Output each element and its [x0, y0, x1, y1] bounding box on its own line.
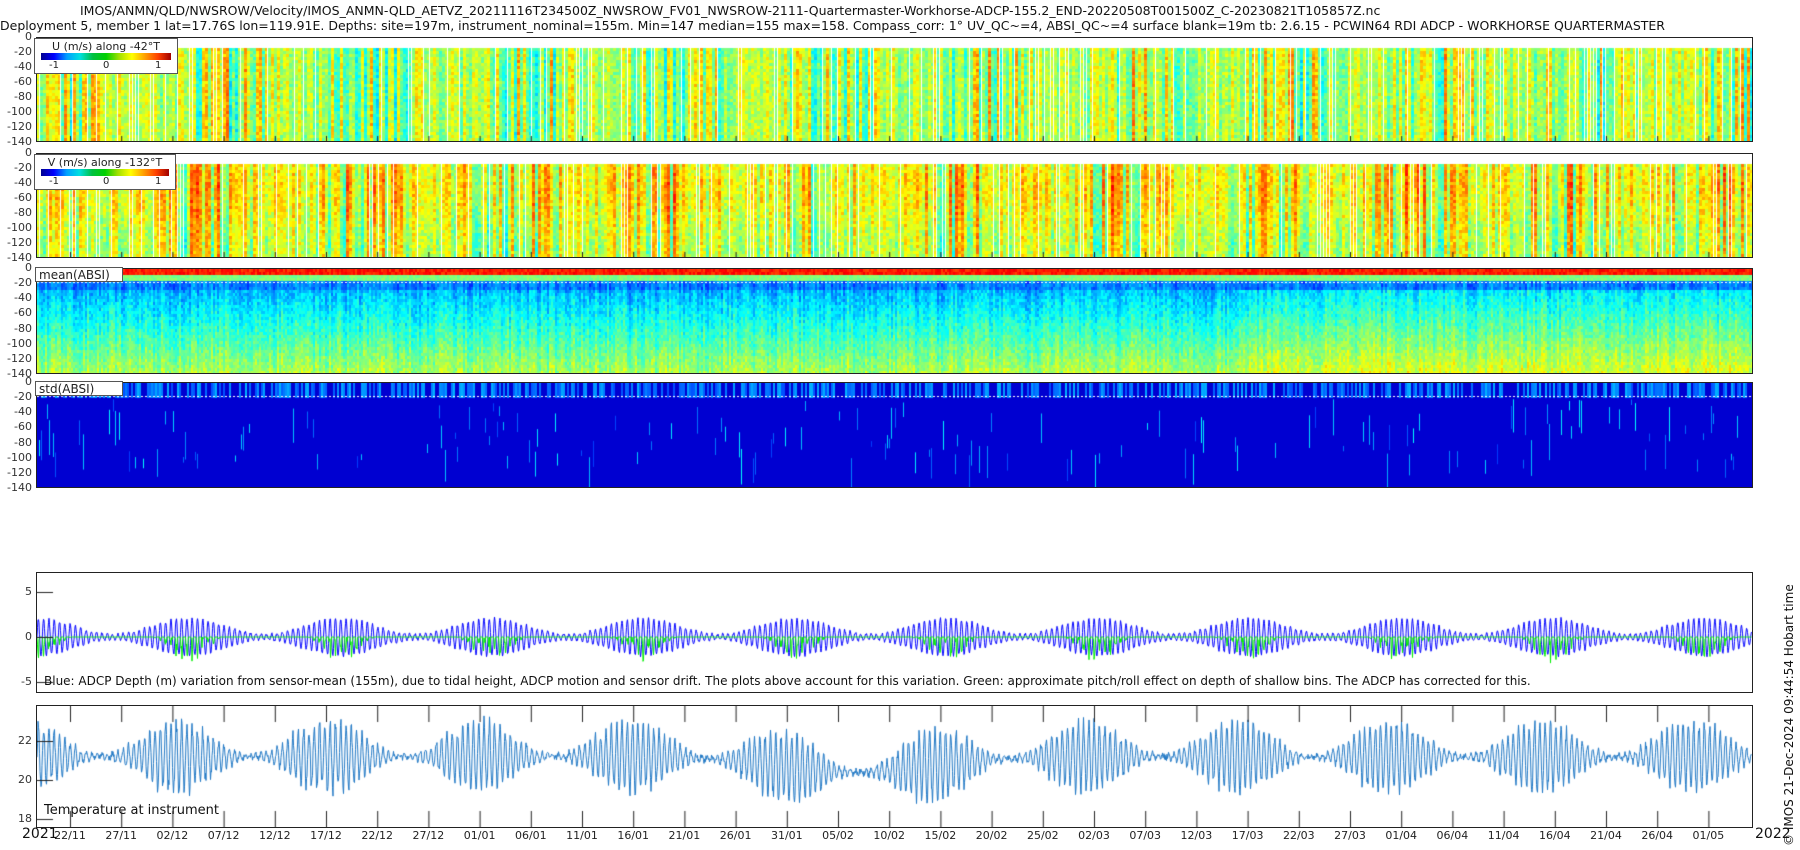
depth-tick-label: -40 [14, 291, 32, 305]
depth-variation-tick-label: 5 [25, 585, 32, 598]
x-tick-label: 07/03 [1129, 829, 1162, 842]
x-tick-label: 06/01 [514, 829, 547, 842]
v-heatmap-canvas [37, 154, 1752, 257]
x-tick-label: 21/01 [668, 829, 701, 842]
temperature-tick-label: 20 [18, 773, 32, 786]
legend-title: V (m/s) along -132°T [47, 156, 163, 169]
depth-tick-label: -80 [14, 321, 32, 335]
x-tick-label: 06/04 [1436, 829, 1469, 842]
x-tick-label: 02/03 [1078, 829, 1110, 842]
depth-tick-label: -60 [14, 75, 32, 88]
depth-tick-label: 0 [25, 261, 32, 274]
title-line-2: Deployment 5, member 1 lat=17.76S lon=11… [0, 18, 1665, 33]
depth-tick-label: -100 [7, 336, 32, 350]
colorbar-tick: 0 [103, 60, 110, 71]
depth-tick-label: -60 [14, 191, 32, 204]
temperature-canvas [37, 706, 1752, 827]
depth-tick-label: -120 [7, 236, 32, 249]
depth-tick-label: -120 [7, 465, 32, 479]
temperature-tick-label: 22 [18, 734, 32, 747]
x-tick-label: 02/12 [156, 829, 189, 842]
depth-tick-label: -80 [14, 206, 32, 219]
x-tick-label: 01/05 [1692, 829, 1725, 842]
x-tick-label: 11/01 [566, 829, 598, 842]
x-tick-label: 10/02 [873, 829, 906, 842]
depth-tick-label: -60 [14, 306, 32, 320]
colorbar-tick: 0 [103, 176, 110, 187]
x-tick-label: 27/12 [412, 829, 445, 842]
x-tick-label: 27/03 [1334, 829, 1366, 842]
depth-tick-label: 0 [25, 30, 32, 43]
depth-variation-tick-label: -5 [21, 675, 32, 688]
depth-tick-label: -100 [7, 221, 32, 234]
x-tick-label: 26/04 [1641, 829, 1674, 842]
credit-text: © IMOS 21-Dec-2024 09:44:54 Hobart time [1782, 584, 1796, 846]
depth-tick-label: -100 [7, 105, 32, 118]
temperature-tick-label: 18 [18, 812, 32, 825]
x-tick-label: 16/04 [1538, 829, 1571, 842]
temperature-plot [36, 705, 1753, 828]
mean-absi-canvas [37, 269, 1752, 373]
depth-tick-label: -20 [14, 45, 32, 58]
x-tick-label: 17/03 [1231, 829, 1264, 842]
depth-tick-label: 0 [25, 375, 32, 388]
x-tick-label: 20/02 [975, 829, 1008, 842]
temperature-label: Temperature at instrument [44, 803, 219, 818]
x-tick-label: 12/12 [258, 829, 291, 842]
x-tick-label: 22/03 [1282, 829, 1315, 842]
v-colorbar-legend: V (m/s) along -132°T -1 0 1 [34, 154, 176, 190]
x-tick-label: 22/11 [54, 829, 86, 842]
depth-tick-label: -80 [14, 90, 32, 103]
depth-tick-label: -120 [7, 120, 32, 133]
title-line-1: IMOS/ANMN/QLD/NWSROW/Velocity/IMOS_ANMN-… [80, 3, 1381, 18]
x-tick-label: 07/12 [207, 829, 240, 842]
u-heatmap-canvas [37, 38, 1752, 141]
x-tick-label: 21/04 [1590, 829, 1622, 842]
x-tick-label: 22/12 [361, 829, 394, 842]
depth-variation-caption: Blue: ADCP Depth (m) variation from sens… [44, 674, 1531, 688]
depth-tick-label: -120 [7, 351, 32, 365]
depth-tick-label: -40 [14, 405, 32, 419]
std-absi-heatmap [36, 382, 1753, 488]
x-tick-label: 25/02 [1026, 829, 1059, 842]
depth-tick-label: 0 [25, 146, 32, 159]
year-start-label: 2021 [22, 826, 58, 842]
depth-tick-label: -20 [14, 390, 32, 404]
depth-tick-label: -20 [14, 161, 32, 174]
x-tick-label: 12/03 [1180, 829, 1213, 842]
depth-variation-tick-label: 0 [25, 630, 32, 643]
legend-title: U (m/s) along -42°T [52, 40, 160, 53]
x-tick-label: 15/02 [924, 829, 957, 842]
std-absi-canvas [37, 383, 1752, 487]
u-colorbar-legend: U (m/s) along -42°T -1 0 1 [34, 38, 178, 74]
mean-absi-label: mean(ABSI) [35, 267, 123, 282]
x-tick-label: 05/02 [822, 829, 854, 842]
colorbar-tick: 1 [155, 60, 162, 71]
v-velocity-heatmap [36, 153, 1753, 258]
x-tick-label: 01/01 [463, 829, 496, 842]
colorbar [41, 53, 171, 60]
std-absi-label: std(ABSI) [35, 381, 123, 396]
depth-tick-label: -80 [14, 435, 32, 449]
x-tick-label: 17/12 [310, 829, 342, 842]
u-velocity-heatmap [36, 37, 1753, 142]
x-tick-label: 26/01 [719, 829, 752, 842]
depth-tick-label: -60 [14, 420, 32, 434]
depth-tick-label: -40 [14, 60, 32, 73]
colorbar [41, 169, 169, 176]
colorbar-tick: -1 [49, 60, 59, 71]
x-tick-label: 31/01 [770, 829, 803, 842]
depth-tick-label: -140 [7, 481, 32, 494]
colorbar-tick: 1 [155, 176, 162, 187]
x-tick-label: 27/11 [105, 829, 138, 842]
depth-tick-label: -20 [14, 276, 32, 290]
depth-tick-label: -100 [7, 450, 32, 464]
depth-tick-label: -40 [14, 176, 32, 189]
x-tick-label: 16/01 [617, 829, 650, 842]
x-tick-label: 11/04 [1487, 829, 1520, 842]
colorbar-tick: -1 [49, 176, 59, 187]
mean-absi-heatmap [36, 268, 1753, 374]
x-tick-label: 01/04 [1385, 829, 1418, 842]
